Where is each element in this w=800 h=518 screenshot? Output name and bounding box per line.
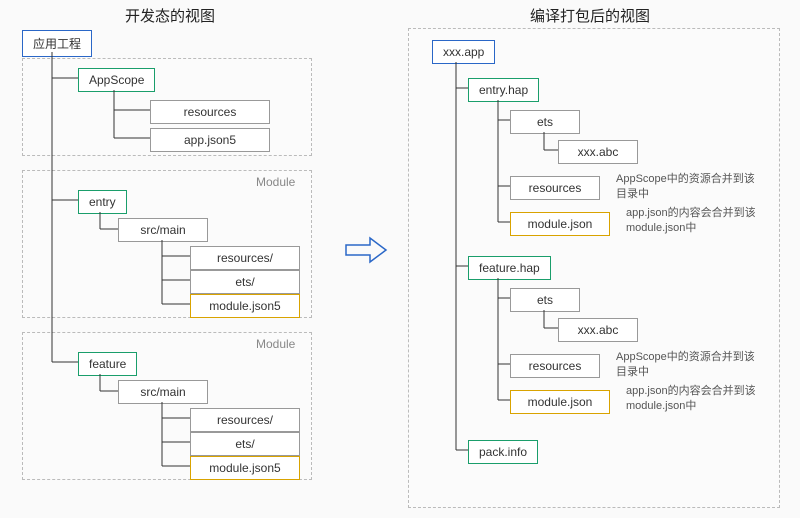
right-root-node: xxx.app xyxy=(432,40,495,64)
entryhap-resources-note: AppScope中的资源合并到该目录中 xyxy=(616,172,756,202)
featurehap-modulejson-node: module.json xyxy=(510,390,610,414)
entryhap-resources-node: resources xyxy=(510,176,600,200)
entryhap-ets-node: ets xyxy=(510,110,580,134)
entryhap-modulejson-node: module.json xyxy=(510,212,610,236)
left-title: 开发态的视图 xyxy=(90,5,250,26)
appscope-appjson5-node: app.json5 xyxy=(150,128,270,152)
entry-node: entry xyxy=(78,190,127,214)
appscope-resources-node: resources xyxy=(150,100,270,124)
featurehap-modulejson-note: app.json的内容会合并到该module.json中 xyxy=(626,384,766,414)
feature-srcmain-node: src/main xyxy=(118,380,208,404)
feature-module-label: Module xyxy=(256,337,295,351)
transform-arrow-icon xyxy=(344,235,388,268)
feature-modulejson5-node: module.json5 xyxy=(190,456,300,480)
feature-ets-node: ets/ xyxy=(190,432,300,456)
featurehap-abc-node: xxx.abc xyxy=(558,318,638,342)
feature-node: feature xyxy=(78,352,137,376)
entryhap-abc-node: xxx.abc xyxy=(558,140,638,164)
feature-resources-node: resources/ xyxy=(190,408,300,432)
right-outer-group xyxy=(408,28,780,508)
right-title: 编译打包后的视图 xyxy=(500,5,680,26)
featurehap-ets-node: ets xyxy=(510,288,580,312)
entry-ets-node: ets/ xyxy=(190,270,300,294)
entryhap-node: entry.hap xyxy=(468,78,539,102)
entry-modulejson5-node: module.json5 xyxy=(190,294,300,318)
entry-module-label: Module xyxy=(256,175,295,189)
featurehap-resources-note: AppScope中的资源合并到该目录中 xyxy=(616,350,756,380)
featurehap-resources-node: resources xyxy=(510,354,600,378)
entry-srcmain-node: src/main xyxy=(118,218,208,242)
entryhap-modulejson-note: app.json的内容会合并到该module.json中 xyxy=(626,206,766,236)
left-root-node: 应用工程 xyxy=(22,30,92,57)
packinfo-node: pack.info xyxy=(468,440,538,464)
entry-resources-node: resources/ xyxy=(190,246,300,270)
featurehap-node: feature.hap xyxy=(468,256,551,280)
appscope-node: AppScope xyxy=(78,68,155,92)
